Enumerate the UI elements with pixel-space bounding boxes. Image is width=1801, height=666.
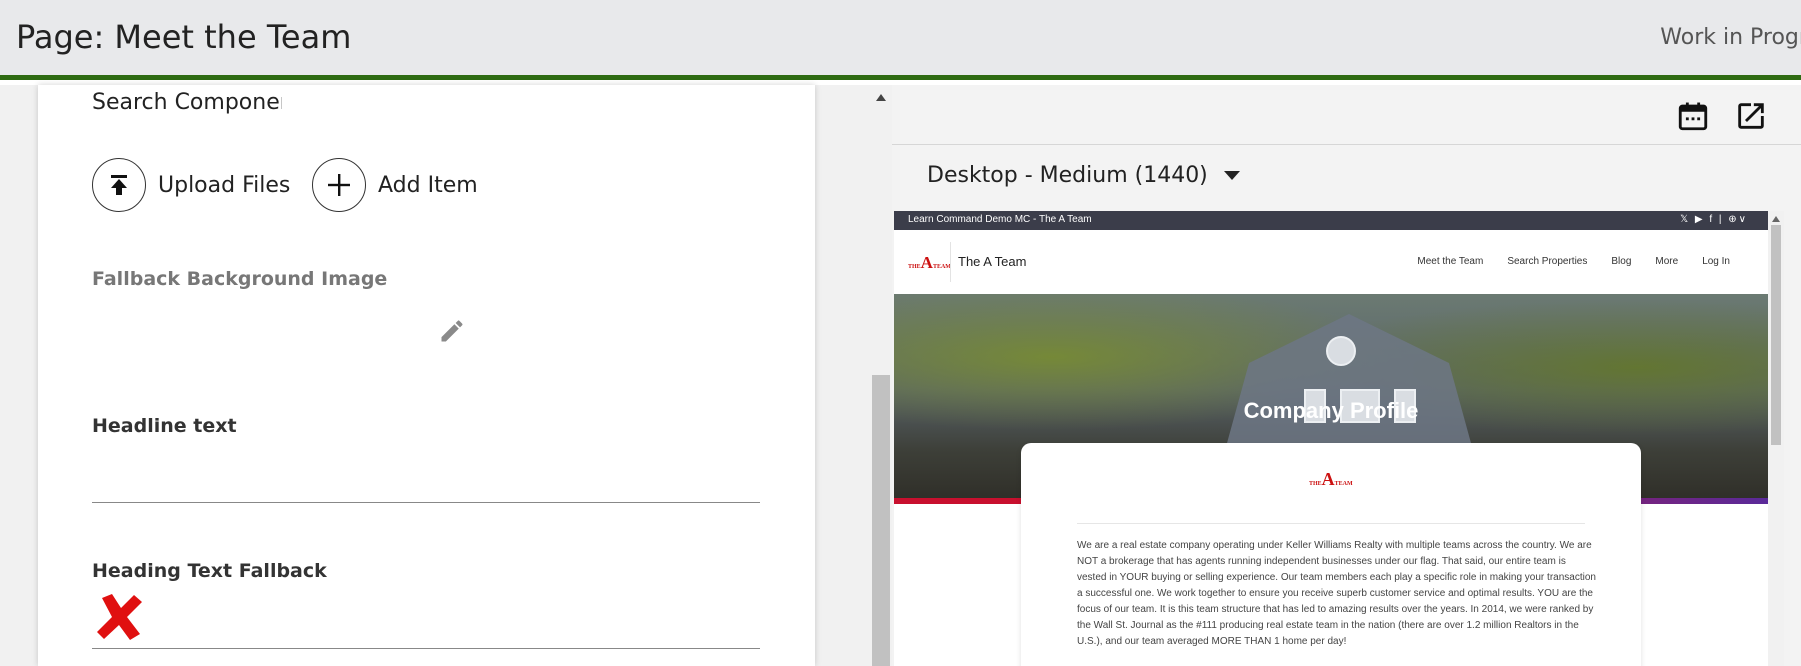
chevron-down-icon xyxy=(1223,171,1240,180)
preview-navbar: THEATEAM The A Team Meet the Team Search… xyxy=(894,230,1768,294)
headline-text-input[interactable] xyxy=(92,502,760,503)
scroll-up-arrow[interactable] xyxy=(876,94,886,101)
preview-utility-bar: Learn Command Demo MC - The A Team 𝕏 ▶ f… xyxy=(894,211,1768,230)
fallback-background-image-label: Fallback Background Image xyxy=(92,268,388,290)
menu-item-more[interactable]: More xyxy=(1655,256,1678,267)
scrollbar-thumb[interactable] xyxy=(872,375,890,666)
device-size-label: Desktop - Medium (1440) xyxy=(927,163,1208,188)
hero-house-image xyxy=(1224,314,1474,454)
preview-site-name: Learn Command Demo MC - The A Team xyxy=(908,214,1092,225)
preview-toolbar xyxy=(892,85,1801,145)
heading-text-fallback-input[interactable] xyxy=(92,648,760,649)
status-label: Work in Progre xyxy=(1660,25,1801,50)
headline-text-label: Headline text xyxy=(92,415,237,437)
search-component-input[interactable]: Search Component xyxy=(92,90,282,115)
menu-item-log-in[interactable]: Log In xyxy=(1702,256,1730,267)
add-item-label: Add Item xyxy=(378,172,478,198)
hero-title: Company Profile xyxy=(1243,398,1419,423)
card-logo: THEATEAM xyxy=(1309,469,1353,489)
scroll-up-arrow[interactable] xyxy=(1772,216,1780,222)
upload-files-button[interactable]: Upload Files xyxy=(92,158,290,212)
heading-text-fallback-label: Heading Text Fallback xyxy=(92,560,327,582)
preview-social-icons[interactable]: 𝕏 ▶ f | ⊕∨ xyxy=(1680,214,1748,225)
add-item-button[interactable]: Add Item xyxy=(312,158,478,212)
page-title: Page: Meet the Team xyxy=(16,18,352,56)
editor-scrollbar[interactable] xyxy=(870,85,892,666)
preview-menu: Meet the Team Search Properties Blog Mor… xyxy=(1417,256,1730,267)
menu-item-meet-the-team[interactable]: Meet the Team xyxy=(1417,256,1483,267)
company-profile-card: THEATEAM We are a real estate company op… xyxy=(1021,443,1641,666)
company-profile-text: We are a real estate company operating u… xyxy=(1077,540,1596,647)
house-window xyxy=(1326,336,1356,366)
calendar-icon[interactable] xyxy=(1676,99,1710,133)
device-size-dropdown[interactable]: Desktop - Medium (1440) xyxy=(927,163,1240,188)
error-x-icon xyxy=(94,592,146,642)
site-logo[interactable]: THEATEAM xyxy=(908,253,951,273)
menu-item-blog[interactable]: Blog xyxy=(1611,256,1631,267)
top-header: Page: Meet the Team Work in Progre xyxy=(0,0,1801,80)
upload-files-label: Upload Files xyxy=(158,172,291,198)
plus-icon xyxy=(312,158,366,212)
site-preview-frame: Learn Command Demo MC - The A Team 𝕏 ▶ f… xyxy=(894,211,1768,666)
edit-pencil-icon[interactable] xyxy=(438,317,466,345)
card-divider xyxy=(1077,523,1585,524)
preview-scrollbar[interactable] xyxy=(1768,211,1784,666)
upload-icon xyxy=(92,158,146,212)
menu-item-search-properties[interactable]: Search Properties xyxy=(1507,256,1587,267)
open-external-icon[interactable] xyxy=(1734,99,1768,133)
scrollbar-thumb[interactable] xyxy=(1771,225,1781,445)
nav-divider xyxy=(950,242,951,282)
site-brand-name[interactable]: The A Team xyxy=(958,254,1026,269)
